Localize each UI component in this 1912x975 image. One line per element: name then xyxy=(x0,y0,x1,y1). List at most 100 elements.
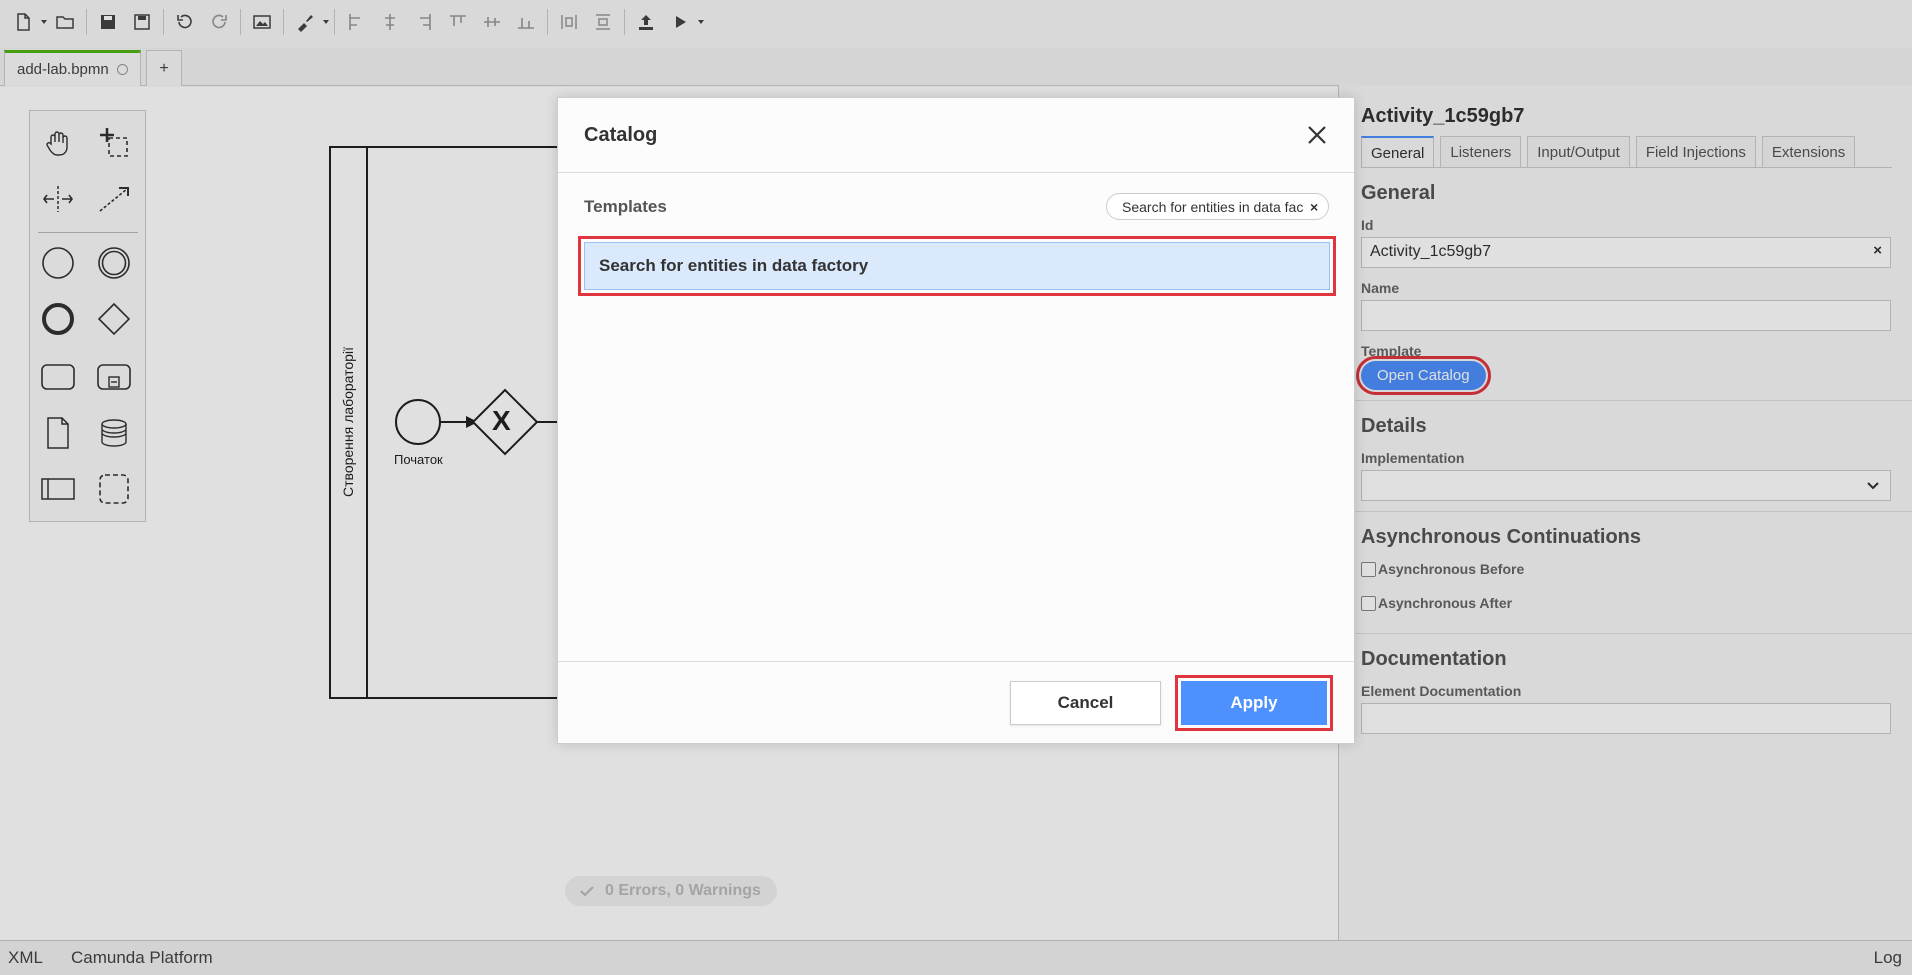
play-icon[interactable] xyxy=(663,4,697,40)
task-tool-icon[interactable] xyxy=(38,357,78,397)
distribute-vertical-icon[interactable] xyxy=(586,4,620,40)
unsaved-indicator-icon xyxy=(116,64,128,75)
cancel-button[interactable]: Cancel xyxy=(1010,681,1161,725)
check-icon xyxy=(580,886,594,897)
element-title: Activity_1c59gb7 xyxy=(1361,105,1525,127)
async-heading: Asynchronous Continuations xyxy=(1361,526,1641,548)
tab-label: add-lab.bpmn xyxy=(17,61,109,78)
start-event xyxy=(395,399,441,445)
async-before-row[interactable]: Asynchronous Before xyxy=(1361,561,1892,577)
distribute-horizontal-icon[interactable] xyxy=(552,4,586,40)
xml-tab[interactable]: XML xyxy=(8,948,43,968)
group-tool-icon[interactable] xyxy=(94,469,134,509)
apply-button[interactable]: Apply xyxy=(1175,675,1333,731)
image-export-icon[interactable] xyxy=(245,4,279,40)
chevron-down-icon[interactable] xyxy=(40,18,48,26)
async-after-row[interactable]: Asynchronous After xyxy=(1361,595,1892,611)
id-field[interactable]: Activity_1c59gb7 × xyxy=(1361,237,1891,268)
lasso-tool-icon[interactable] xyxy=(94,123,134,163)
implementation-label: Implementation xyxy=(1361,450,1465,466)
chevron-down-icon xyxy=(1867,482,1879,490)
clear-id-icon[interactable]: × xyxy=(1873,242,1882,259)
undo-icon[interactable] xyxy=(168,4,202,40)
toolbar-divider xyxy=(240,9,241,35)
palette-divider xyxy=(38,232,138,233)
section-divider xyxy=(1339,400,1912,401)
modal-body: Templates Search for entities in data fa… xyxy=(558,173,1354,660)
async-before-checkbox[interactable] xyxy=(1361,561,1376,577)
tab-general[interactable]: General xyxy=(1361,136,1435,167)
async-after-label: Asynchronous After xyxy=(1378,595,1513,611)
toolbar-divider xyxy=(86,9,87,35)
start-event-label: Початок xyxy=(394,452,443,467)
properties-tabs: General Listeners Input/Output Field Inj… xyxy=(1361,136,1892,168)
tab-add-lab[interactable]: add-lab.bpmn xyxy=(4,50,141,86)
toolbar-divider xyxy=(334,9,335,35)
tab-listeners[interactable]: Listeners xyxy=(1440,136,1522,167)
section-divider xyxy=(1339,511,1912,512)
implementation-select[interactable] xyxy=(1361,470,1891,501)
id-label: Id xyxy=(1361,217,1374,233)
toolbar xyxy=(0,0,1912,44)
catalog-modal: Catalog Templates Search for entities in… xyxy=(557,97,1355,744)
id-value: Activity_1c59gb7 xyxy=(1370,243,1491,260)
subprocess-tool-icon[interactable] xyxy=(94,357,134,397)
details-heading: Details xyxy=(1361,415,1427,437)
gateway-tool-icon[interactable] xyxy=(94,299,134,339)
hand-tool-icon[interactable] xyxy=(38,123,78,163)
align-right-icon[interactable] xyxy=(407,4,441,40)
save-as-icon[interactable] xyxy=(125,4,159,40)
chevron-down-icon[interactable] xyxy=(322,18,330,26)
modal-title: Catalog xyxy=(584,123,658,146)
gateway-x-icon: X xyxy=(492,405,511,436)
save-icon[interactable] xyxy=(91,4,125,40)
chevron-down-icon[interactable] xyxy=(697,18,705,26)
open-folder-icon[interactable] xyxy=(48,4,82,40)
tab-extensions[interactable]: Extensions xyxy=(1761,136,1856,167)
clear-search-icon[interactable]: × xyxy=(1310,199,1318,215)
redo-icon[interactable] xyxy=(202,4,236,40)
close-icon[interactable] xyxy=(1306,124,1328,146)
align-center-icon[interactable] xyxy=(373,4,407,40)
toolbar-divider xyxy=(624,9,625,35)
platform-label[interactable]: Camunda Platform xyxy=(71,948,213,968)
file-tab-bar: add-lab.bpmn + xyxy=(0,48,1912,86)
tab-input-output[interactable]: Input/Output xyxy=(1527,136,1630,167)
new-file-icon[interactable] xyxy=(6,4,40,40)
align-left-icon[interactable] xyxy=(339,4,373,40)
status-bar: XML Camunda Platform Log xyxy=(0,940,1912,975)
element-documentation-label: Element Documentation xyxy=(1361,683,1522,699)
template-list-item[interactable]: Search for entities in data factory xyxy=(578,236,1336,296)
tab-field-injections[interactable]: Field Injections xyxy=(1635,136,1756,167)
async-after-checkbox[interactable] xyxy=(1361,595,1376,611)
align-top-icon[interactable] xyxy=(441,4,475,40)
start-event-tool-icon[interactable] xyxy=(38,243,78,283)
toolbar-divider xyxy=(283,9,284,35)
space-tool-icon[interactable] xyxy=(38,179,78,219)
open-catalog-button[interactable]: Open Catalog xyxy=(1356,356,1491,395)
validation-text: 0 Errors, 0 Warnings xyxy=(605,882,761,899)
new-tab-button[interactable]: + xyxy=(146,50,182,86)
align-middle-icon[interactable] xyxy=(475,4,509,40)
toolbar-divider xyxy=(163,9,164,35)
pool-tool-icon[interactable] xyxy=(38,469,78,509)
data-object-tool-icon[interactable] xyxy=(38,413,78,453)
intermediate-event-tool-icon[interactable] xyxy=(94,243,134,283)
data-store-tool-icon[interactable] xyxy=(94,413,134,453)
section-divider xyxy=(1339,633,1912,634)
name-field[interactable] xyxy=(1361,300,1891,331)
template-label: Template xyxy=(1361,343,1422,359)
properties-panel: Activity_1c59gb7 General Listeners Input… xyxy=(1338,85,1912,940)
deploy-icon[interactable] xyxy=(629,4,663,40)
align-bottom-icon[interactable] xyxy=(509,4,543,40)
template-search-input[interactable]: Search for entities in data fac xyxy=(1106,193,1329,220)
end-event-tool-icon[interactable] xyxy=(38,299,78,339)
documentation-heading: Documentation xyxy=(1361,648,1507,670)
element-documentation-field[interactable] xyxy=(1361,703,1891,734)
modal-header: Catalog xyxy=(558,98,1354,173)
global-connect-tool-icon[interactable] xyxy=(94,179,134,219)
validation-status[interactable]: 0 Errors, 0 Warnings xyxy=(565,876,777,906)
log-toggle[interactable]: Log xyxy=(1874,948,1902,968)
color-picker-icon[interactable] xyxy=(288,4,322,40)
tool-palette xyxy=(29,110,146,522)
